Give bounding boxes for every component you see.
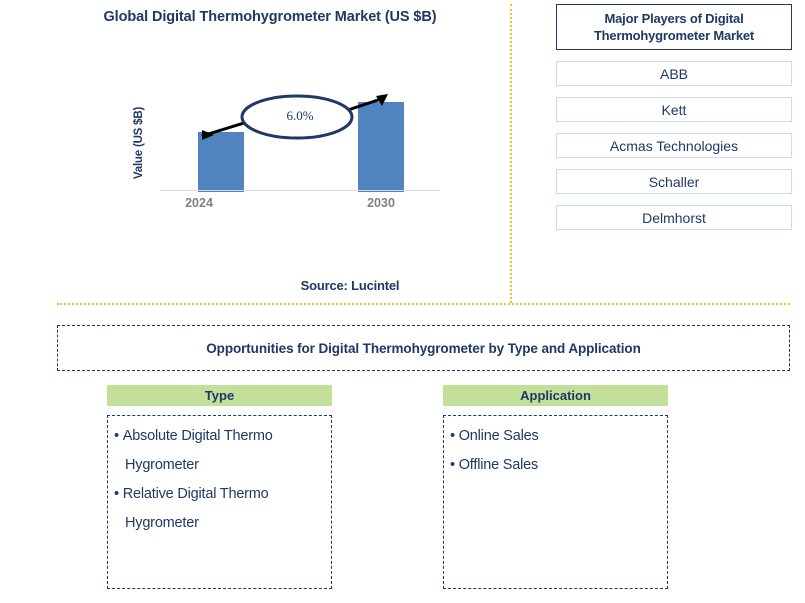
chart-y-axis-label: Value (US $B) — [133, 106, 145, 180]
segment-list-type: Absolute Digital Thermo Hygrometer Relat… — [114, 422, 327, 538]
list-item: Offline Sales — [450, 451, 663, 480]
cagr-value-label: 6.0% — [286, 108, 314, 123]
player-label: Acmas Technologies — [609, 137, 739, 154]
player-label: Kett — [661, 101, 687, 118]
chart-source-label: Source: Lucintel — [300, 278, 400, 293]
chart-title: Global Digital Thermohygrometer Market (… — [103, 9, 437, 25]
horizontal-divider — [57, 303, 790, 305]
major-players-header: Major Players of Digital Thermohygromete… — [556, 4, 792, 50]
player-item-acmas-technologies: Acmas Technologies — [556, 133, 792, 158]
segment-body-type: Absolute Digital Thermo Hygrometer Relat… — [107, 415, 332, 589]
player-item-abb: ABB — [556, 61, 792, 86]
player-item-delmhorst: Delmhorst — [556, 205, 792, 230]
player-label: ABB — [659, 65, 688, 82]
segment-column-type: Type Absolute Digital Thermo Hygrometer … — [107, 385, 332, 589]
segment-header-type: Type — [107, 385, 332, 406]
player-label: Delmhorst — [642, 209, 706, 226]
segment-header-application: Application — [443, 385, 668, 406]
opportunities-banner: Opportunities for Digital Thermohygromet… — [57, 325, 790, 371]
x-tick-label-2024: 2024 — [185, 196, 213, 210]
x-tick-label-2030: 2030 — [367, 196, 395, 210]
vertical-divider — [510, 4, 512, 303]
player-label: Schaller — [648, 173, 700, 190]
segment-body-application: Online Sales Offline Sales — [443, 415, 668, 589]
major-players-panel: Major Players of Digital Thermohygromete… — [556, 4, 792, 230]
segment-column-application: Application Online Sales Offline Sales — [443, 385, 668, 589]
list-item: Relative Digital Thermo Hygrometer — [114, 480, 327, 538]
player-item-schaller: Schaller — [556, 169, 792, 194]
player-item-kett: Kett — [556, 97, 792, 122]
chart-axis-line — [160, 190, 440, 191]
list-item: Online Sales — [450, 422, 663, 451]
segment-list-application: Online Sales Offline Sales — [450, 422, 663, 480]
list-item: Absolute Digital Thermo Hygrometer — [114, 422, 327, 480]
market-chart-panel: Global Digital Thermohygrometer Market (… — [0, 0, 510, 303]
opportunities-title: Opportunities for Digital Thermohygromet… — [206, 340, 641, 356]
